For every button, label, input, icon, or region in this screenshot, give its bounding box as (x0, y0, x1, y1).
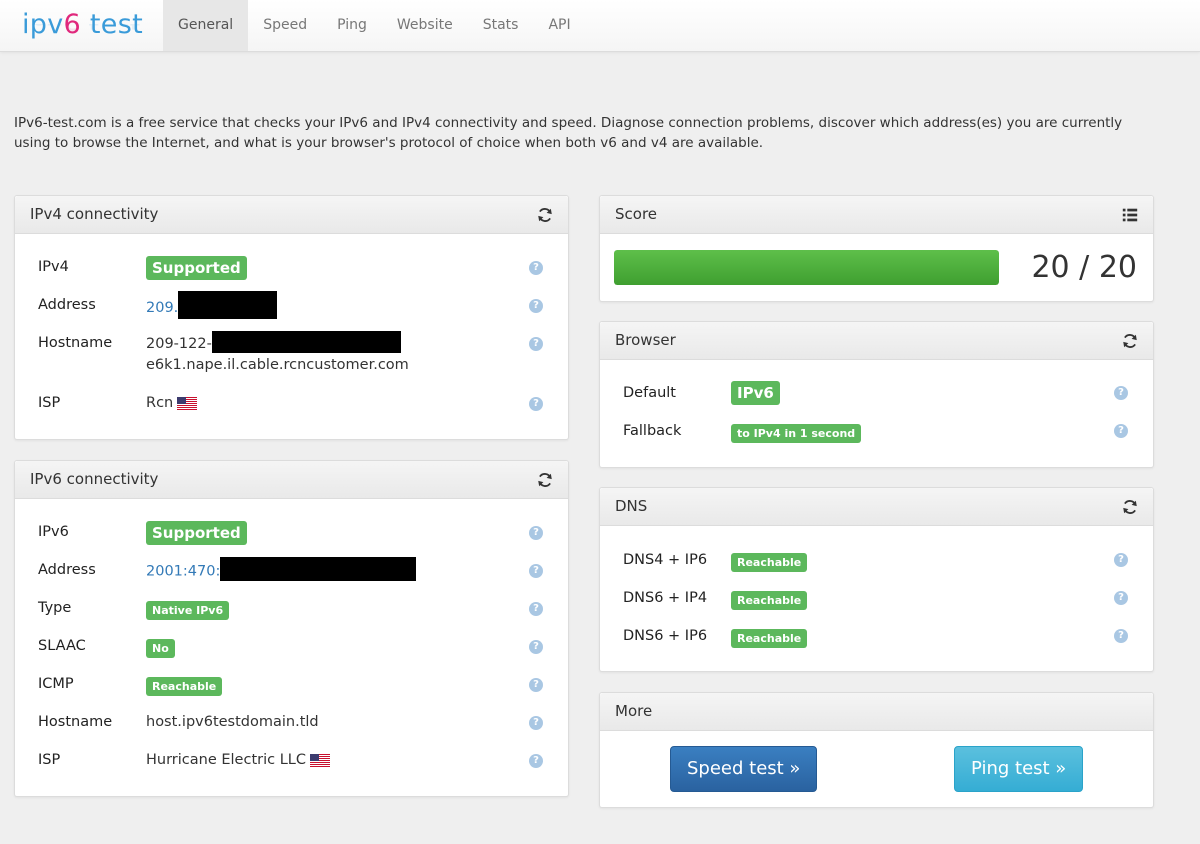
refresh-icon[interactable] (1121, 498, 1139, 516)
ipv4-panel-header: IPv4 connectivity (15, 196, 568, 234)
score-progress-bar (614, 250, 999, 285)
ipv6-slaac-badge: No (146, 639, 175, 658)
ipv4-panel-title: IPv4 connectivity (30, 205, 159, 223)
intro-text: IPv6-test.com is a free service that che… (14, 115, 1123, 151)
help-icon[interactable]: ? (529, 397, 543, 411)
ipv6-isp-label: ISP (38, 752, 61, 768)
help-icon[interactable]: ? (529, 678, 543, 692)
browser-panel-title: Browser (615, 331, 676, 349)
dns-row-label: DNS6 + IP4 (623, 590, 708, 606)
ipv4-label: IPv4 (38, 259, 69, 275)
ipv4-address-value[interactable]: 209. (146, 300, 178, 316)
ipv4-status-badge: Supported (146, 256, 247, 280)
nav-website[interactable]: Website (382, 0, 468, 51)
help-icon[interactable]: ? (1114, 424, 1128, 438)
help-icon[interactable]: ? (1114, 591, 1128, 605)
browser-panel-header: Browser (600, 322, 1153, 360)
redaction-bar (178, 291, 278, 319)
ping-test-button[interactable]: Ping test » (954, 746, 1084, 792)
nav-general[interactable]: General (163, 0, 249, 51)
ipv6-type-badge: Native IPv6 (146, 601, 230, 620)
ipv6-address-value[interactable]: 2001:470: (146, 564, 220, 580)
dns-row-label: DNS6 + IP6 (623, 628, 708, 644)
browser-fallback-badge: to IPv4 in 1 second (731, 424, 862, 443)
dns-row-badge: Reachable (731, 591, 808, 610)
us-flag-icon (177, 396, 198, 410)
help-icon[interactable]: ? (529, 337, 543, 351)
browser-fallback-label: Fallback (623, 423, 682, 439)
refresh-icon[interactable] (536, 206, 554, 224)
ipv6-hostname-value: host.ipv6testdomain.tld (146, 714, 319, 730)
brand-logo[interactable]: ipv6 test (22, 8, 143, 44)
redaction-bar (211, 331, 401, 353)
help-icon[interactable]: ? (529, 754, 543, 768)
ipv4-panel: IPv4 connectivity IPv4 Supported Address… (14, 195, 569, 440)
score-value: 20 / 20 (1031, 250, 1137, 285)
ipv4-hostname-line2: e6k1.nape.il.cable.rcncustomer.com (146, 357, 409, 373)
brand-part-test: test (81, 9, 143, 40)
more-panel: More Speed test » Ping test » (599, 692, 1154, 808)
ipv4-isp-label: ISP (38, 395, 61, 411)
ipv6-isp-value: Hurricane Electric LLC (146, 752, 306, 768)
nav-api[interactable]: API (533, 0, 585, 51)
ipv4-hostname-label: Hostname (38, 335, 113, 351)
speed-test-button[interactable]: Speed test » (670, 746, 818, 792)
dns-row-badge: Reachable (731, 553, 808, 572)
score-panel-header: Score (600, 196, 1153, 234)
ipv4-hostname-line1: 209-122- (146, 336, 212, 352)
redaction-bar (220, 557, 417, 581)
dns-panel-title: DNS (615, 497, 648, 515)
help-icon[interactable]: ? (529, 602, 543, 616)
ipv4-address-label: Address (38, 297, 96, 313)
nav-ping[interactable]: Ping (322, 0, 382, 51)
dns-panel-header: DNS (600, 488, 1153, 526)
more-panel-title: More (615, 702, 653, 720)
more-panel-header: More (600, 693, 1153, 731)
help-icon[interactable]: ? (529, 640, 543, 654)
refresh-icon[interactable] (536, 471, 554, 489)
browser-default-label: Default (623, 385, 676, 401)
ipv6-icmp-label: ICMP (38, 676, 74, 692)
main-nav: General Speed Ping Website Stats API (163, 0, 586, 51)
ipv6-address-label: Address (38, 562, 96, 578)
help-icon[interactable]: ? (529, 261, 543, 275)
us-flag-icon (310, 753, 330, 767)
score-panel: Score 20 / 20 (599, 195, 1154, 302)
browser-default-badge: IPv6 (731, 381, 780, 405)
ipv6-hostname-label: Hostname (38, 714, 113, 730)
nav-stats[interactable]: Stats (468, 0, 534, 51)
score-progress-fill (614, 250, 999, 285)
help-icon[interactable]: ? (1114, 629, 1128, 643)
nav-speed[interactable]: Speed (248, 0, 322, 51)
ipv6-status-badge: Supported (146, 521, 247, 545)
ipv4-isp-value: Rcn (146, 395, 174, 411)
ipv6-panel-title: IPv6 connectivity (30, 470, 159, 488)
refresh-icon[interactable] (1121, 332, 1139, 350)
help-icon[interactable]: ? (1114, 386, 1128, 400)
dns-row-label: DNS4 + IP6 (623, 552, 708, 568)
ipv6-panel: IPv6 connectivity IPv6 Supported Address… (14, 460, 569, 797)
help-icon[interactable]: ? (529, 299, 543, 313)
ipv6-slaac-label: SLAAC (38, 638, 86, 654)
brand-part-ipv: ipv (22, 9, 64, 40)
list-icon[interactable] (1121, 206, 1139, 224)
help-icon[interactable]: ? (1114, 553, 1128, 567)
dns-row-badge: Reachable (731, 629, 808, 648)
ipv6-panel-header: IPv6 connectivity (15, 461, 568, 499)
help-icon[interactable]: ? (529, 564, 543, 578)
brand-part-6: 6 (63, 9, 82, 40)
score-panel-title: Score (615, 205, 658, 223)
help-icon[interactable]: ? (529, 716, 543, 730)
navbar: ipv6 test ipv6 test General Speed Ping W… (0, 0, 1200, 52)
ipv6-icmp-badge: Reachable (146, 677, 223, 696)
help-icon[interactable]: ? (529, 526, 543, 540)
dns-panel: DNS DNS4 + IP6 Reachable DNS6 + IP4 Reac… (599, 487, 1154, 672)
browser-panel: Browser Default IPv6 Fallback to IPv4 in… (599, 321, 1154, 468)
ipv6-type-label: Type (38, 600, 72, 616)
ipv6-label: IPv6 (38, 524, 69, 540)
